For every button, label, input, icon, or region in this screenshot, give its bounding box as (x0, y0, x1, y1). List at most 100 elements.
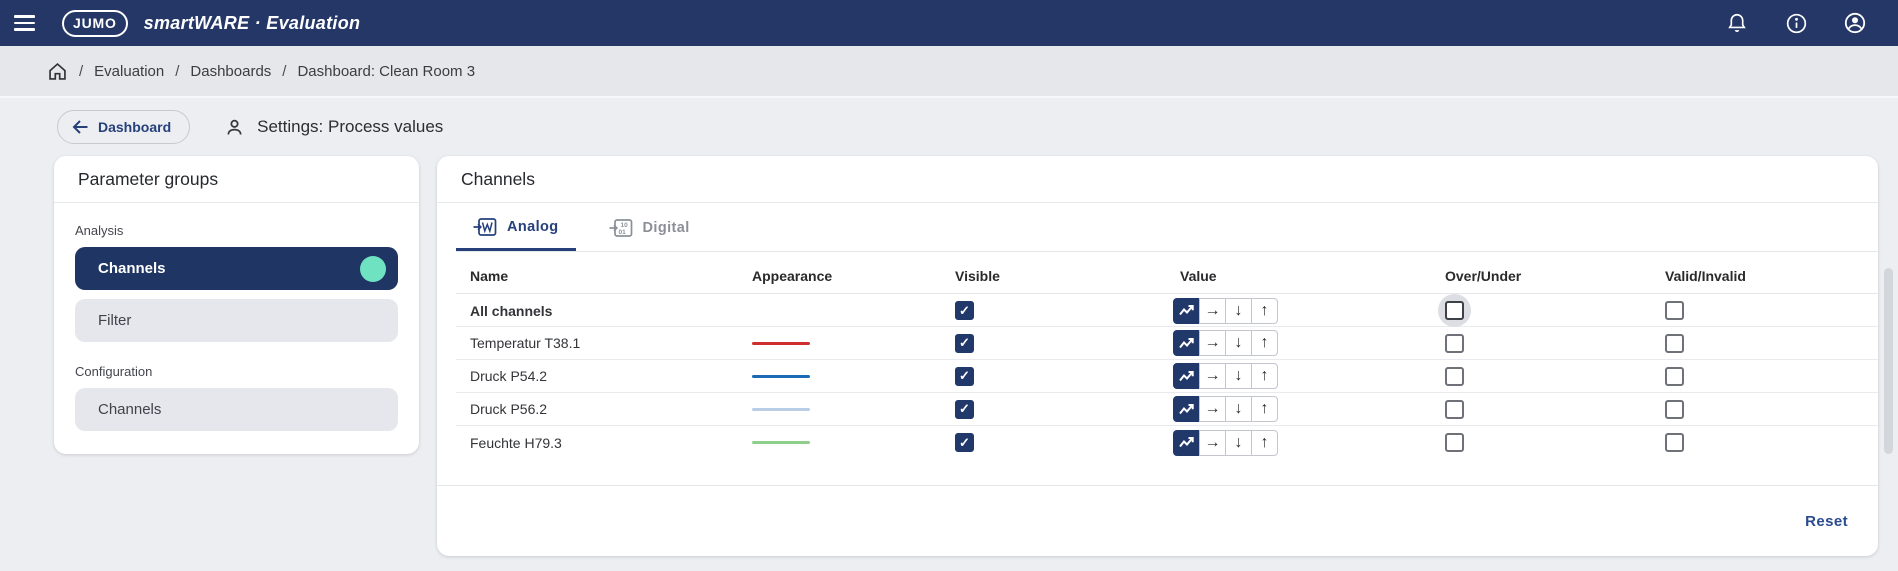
checkbox[interactable]: ✓ (955, 399, 974, 419)
appearance-cell (738, 441, 941, 444)
sidebar-item-filter[interactable]: Filter (75, 299, 398, 342)
checkbox[interactable]: ✓ (955, 366, 974, 386)
value-display-toggle: → ↓ ↑ (1173, 330, 1278, 356)
checkbox[interactable] (1445, 433, 1464, 452)
reset-button[interactable]: Reset (1805, 513, 1848, 530)
appearance-cell (738, 407, 941, 411)
value-arrow-down-button[interactable]: ↓ (1225, 429, 1252, 456)
checkbox[interactable]: ✓ (955, 433, 974, 452)
table-row: All channels ✓ → ↓ ↑ (456, 294, 1878, 327)
channel-color-line (752, 441, 810, 444)
channel-name: Druck P54.2 (470, 368, 548, 384)
value-arrow-up-button[interactable]: ↑ (1251, 429, 1278, 456)
table-row: Druck P54.2 ✓ → ↓ ↑ (456, 360, 1878, 393)
value-trend-button[interactable] (1173, 396, 1200, 422)
jumo-logo-text: JUMO (73, 15, 117, 31)
sidebar-item-channels-configuration[interactable]: Channels (75, 388, 398, 431)
channel-color-line (752, 341, 810, 345)
sidebar-item-label: Channels (98, 260, 166, 277)
sidebar-item-label: Channels (98, 401, 162, 418)
notifications-bell-icon[interactable] (1724, 10, 1750, 36)
parameter-groups-panel: Parameter groups Analysis Channels Filte… (54, 156, 419, 454)
channel-color-line (752, 374, 810, 378)
table-row: Druck P56.2 ✓ → ↓ ↑ (456, 393, 1878, 426)
breadcrumb-separator: / (282, 62, 287, 80)
breadcrumb-item-evaluation[interactable]: Evaluation (94, 63, 164, 80)
value-arrow-up-button[interactable]: ↑ (1251, 330, 1278, 356)
channel-type-tabs: Analog 10 01 Digital (456, 203, 1878, 252)
checkbox[interactable] (1665, 366, 1684, 386)
value-trend-button[interactable] (1173, 297, 1200, 324)
channels-panel: Channels Analog 10 01 Digital Name Appea… (437, 156, 1878, 556)
channels-table: Name Appearance Visible Value Over/Under… (456, 252, 1878, 459)
column-header-valid-invalid: Valid/Invalid (1665, 268, 1746, 284)
value-display-toggle: → ↓ ↑ (1173, 396, 1278, 422)
svg-text:01: 01 (618, 229, 626, 236)
info-icon[interactable] (1783, 10, 1809, 36)
value-arrow-down-button[interactable]: ↓ (1225, 330, 1252, 356)
active-indicator-dot (360, 255, 386, 282)
page-title: Settings: Process values (257, 117, 444, 136)
breadcrumb-separator: / (79, 62, 84, 80)
app-title: smartWARE · Evaluation (143, 12, 361, 33)
channel-color-line (752, 407, 810, 411)
breadcrumb-separator: / (175, 62, 180, 80)
value-trend-button[interactable] (1173, 363, 1200, 389)
breadcrumb-item-dashboards[interactable]: Dashboards (190, 63, 271, 80)
tab-label: Analog (507, 218, 559, 235)
parameter-groups-title: Parameter groups (54, 156, 419, 203)
jumo-logo: JUMO (62, 9, 128, 37)
table-row: Feuchte H79.3 ✓ → ↓ ↑ (456, 426, 1878, 459)
value-arrow-right-button[interactable]: → (1199, 429, 1226, 456)
value-trend-button[interactable] (1173, 429, 1200, 456)
value-arrow-right-button[interactable]: → (1199, 363, 1226, 389)
tab-label: Digital (642, 220, 690, 236)
svg-text:10: 10 (620, 222, 628, 229)
table-row: Temperatur T38.1 ✓ → ↓ ↑ (456, 327, 1878, 360)
checkbox[interactable] (1445, 333, 1464, 353)
person-icon (224, 117, 245, 138)
checkbox[interactable] (1665, 433, 1684, 452)
value-arrow-down-button[interactable]: ↓ (1225, 297, 1252, 324)
menu-icon[interactable] (14, 9, 42, 37)
value-arrow-right-button[interactable]: → (1199, 297, 1226, 324)
value-arrow-down-button[interactable]: ↓ (1225, 396, 1252, 422)
sidebar-item-label: Filter (98, 312, 132, 329)
breadcrumb-item-current: Dashboard: Clean Room 3 (297, 62, 476, 80)
value-arrow-right-button[interactable]: → (1199, 396, 1226, 422)
checkbox[interactable] (1665, 333, 1684, 353)
value-arrow-right-button[interactable]: → (1199, 330, 1226, 356)
channels-title: Channels (437, 156, 1878, 203)
vertical-scrollbar[interactable] (1884, 268, 1893, 454)
back-button-label: Dashboard (98, 119, 172, 135)
home-icon[interactable] (47, 61, 68, 82)
value-arrow-up-button[interactable]: ↑ (1251, 396, 1278, 422)
checkbox[interactable] (1665, 301, 1684, 320)
column-header-appearance: Appearance (752, 268, 833, 284)
column-header-name: Name (470, 268, 509, 284)
settings-toolbar: Dashboard Settings: Process values (0, 98, 1898, 156)
checkbox[interactable] (1445, 366, 1464, 386)
card-footer: Reset (437, 485, 1878, 556)
value-arrow-up-button[interactable]: ↑ (1251, 363, 1278, 389)
checkbox[interactable]: ✓ (955, 333, 974, 353)
tab-digital[interactable]: 10 01 Digital (592, 205, 707, 251)
group-label-analysis: Analysis (75, 223, 124, 238)
checkbox[interactable]: ✓ (955, 301, 974, 320)
tab-analog[interactable]: Analog (456, 205, 576, 251)
channel-name: All channels (470, 302, 553, 319)
sidebar-item-channels-analysis[interactable]: Channels (75, 247, 398, 290)
appearance-cell (738, 341, 941, 345)
column-header-over-under: Over/Under (1445, 268, 1522, 284)
value-arrow-down-button[interactable]: ↓ (1225, 363, 1252, 389)
value-trend-button[interactable] (1173, 330, 1200, 356)
value-display-toggle: → ↓ ↑ (1173, 429, 1278, 456)
value-arrow-up-button[interactable]: ↑ (1251, 297, 1278, 324)
account-icon[interactable] (1842, 10, 1868, 36)
checkbox[interactable] (1445, 301, 1464, 320)
checkbox[interactable] (1445, 399, 1464, 419)
channel-name: Feuchte H79.3 (470, 434, 562, 451)
checkbox[interactable] (1665, 399, 1684, 419)
column-header-value: Value (1180, 268, 1217, 284)
back-to-dashboard-button[interactable]: Dashboard (57, 110, 191, 144)
